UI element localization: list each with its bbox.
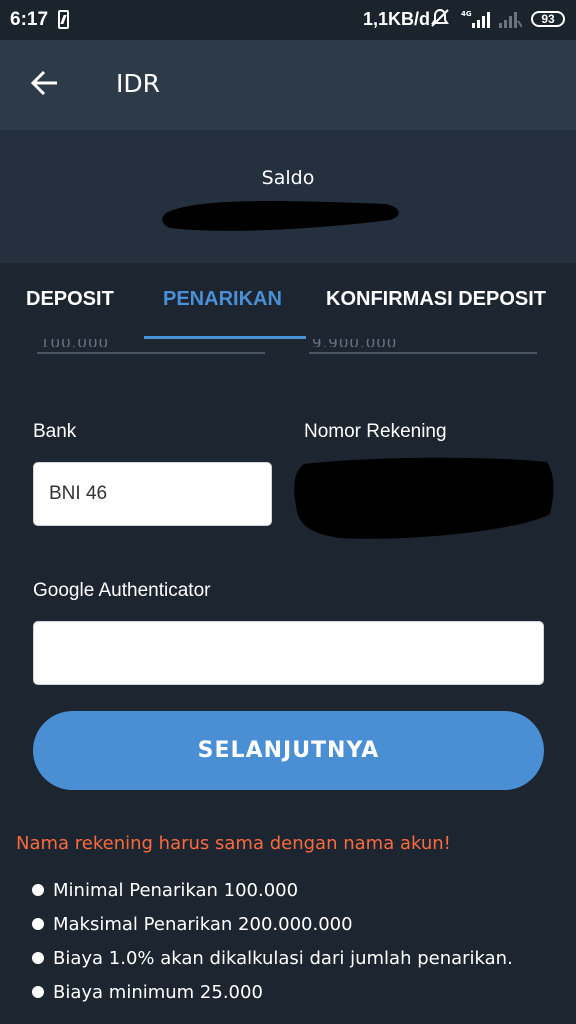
signal-icon	[499, 12, 522, 28]
list-item: Minimal Penarikan 100.000	[32, 873, 513, 907]
bank-label: Bank	[33, 421, 77, 442]
notes-list: Minimal Penarikan 100.000 Maksimal Penar…	[32, 873, 513, 1009]
battery-icon: 93	[531, 11, 565, 27]
tab-penarikan[interactable]: PENARIKAN	[163, 288, 282, 311]
warning-text: Nama rekening harus sama dengan nama aku…	[16, 833, 451, 854]
tab-bar: DEPOSIT PENARIKAN KONFIRMASI DEPOSIT	[0, 263, 576, 339]
redacted-account-number	[294, 457, 554, 539]
list-item: Biaya minimum 25.000	[32, 975, 513, 1009]
list-item: Biaya 1.0% akan dikalkulasi dari jumlah …	[32, 941, 513, 975]
bullet-icon	[32, 918, 44, 930]
phone-icon	[58, 10, 69, 29]
bell-muted-icon	[430, 8, 450, 33]
next-button[interactable]: SELANJUTNYA	[33, 711, 544, 790]
app-bar: IDR	[0, 40, 576, 130]
authenticator-label: Google Authenticator	[33, 580, 211, 601]
page-title: IDR	[116, 69, 160, 98]
bullet-icon	[32, 986, 44, 998]
bullet-icon	[32, 952, 44, 964]
faded-max-amount: 9.900.000	[312, 339, 397, 347]
tab-konfirmasi-deposit[interactable]: KONFIRMASI DEPOSIT	[326, 288, 546, 311]
status-time: 6:17	[10, 9, 49, 30]
signal-4g-icon: 4G	[461, 10, 490, 28]
account-number-label: Nomor Rekening	[304, 421, 447, 442]
status-bar: 6:17 1,1KB/d 4G 93	[0, 0, 576, 40]
arrow-left-icon[interactable]	[30, 68, 60, 98]
svg-text:4G: 4G	[461, 10, 472, 18]
bank-select[interactable]: BNI 46	[33, 462, 272, 526]
authenticator-input[interactable]	[33, 621, 544, 685]
network-speed: 1,1KB/d	[363, 9, 431, 29]
list-item: Maksimal Penarikan 200.000.000	[32, 907, 513, 941]
next-button-label: SELANJUTNYA	[197, 738, 380, 763]
tab-deposit[interactable]: DEPOSIT	[26, 288, 114, 311]
balance-label: Saldo	[261, 167, 315, 189]
tab-indicator	[144, 336, 306, 339]
amount-field-underline	[37, 352, 265, 354]
faded-min-amount: 100.000	[40, 339, 109, 347]
bullet-icon	[32, 884, 44, 896]
redacted-balance	[162, 201, 399, 231]
amount-field-underline	[309, 352, 537, 354]
